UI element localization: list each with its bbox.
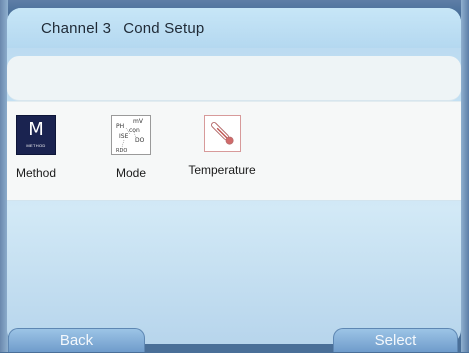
method-icon: M METHOD: [16, 115, 56, 155]
screen: Channel 3 Cond Setup M METHOD Method PH m…: [7, 8, 461, 344]
channel-label: Channel 3: [41, 20, 112, 37]
thermometer-icon: [203, 115, 241, 152]
mode-links: [121, 127, 137, 148]
mode-label: Mode: [115, 166, 147, 180]
method-icon-caption: METHOD: [26, 143, 46, 148]
temperature-label: Temperature: [188, 163, 256, 177]
method-icon-glyph: M: [28, 119, 44, 140]
method-tile[interactable]: M METHOD Method: [14, 115, 58, 180]
temperature-tile[interactable]: Temperature: [182, 115, 262, 177]
device-bezel-right: [461, 0, 469, 352]
method-label: Method: [15, 166, 57, 180]
status-strip: [7, 56, 461, 101]
icon-row: M METHOD Method PH mV con ISE DO RDO Mod…: [7, 101, 461, 201]
title-bar: Channel 3 Cond Setup: [7, 8, 461, 48]
setup-title: Cond Setup: [123, 20, 205, 37]
mode-icon: PH mV con ISE DO RDO: [111, 115, 151, 155]
page-title: Channel 3 Cond Setup: [41, 20, 204, 37]
back-button[interactable]: Back: [8, 328, 145, 352]
select-button[interactable]: Select: [333, 328, 458, 352]
mode-tile[interactable]: PH mV con ISE DO RDO Mode: [109, 115, 153, 180]
